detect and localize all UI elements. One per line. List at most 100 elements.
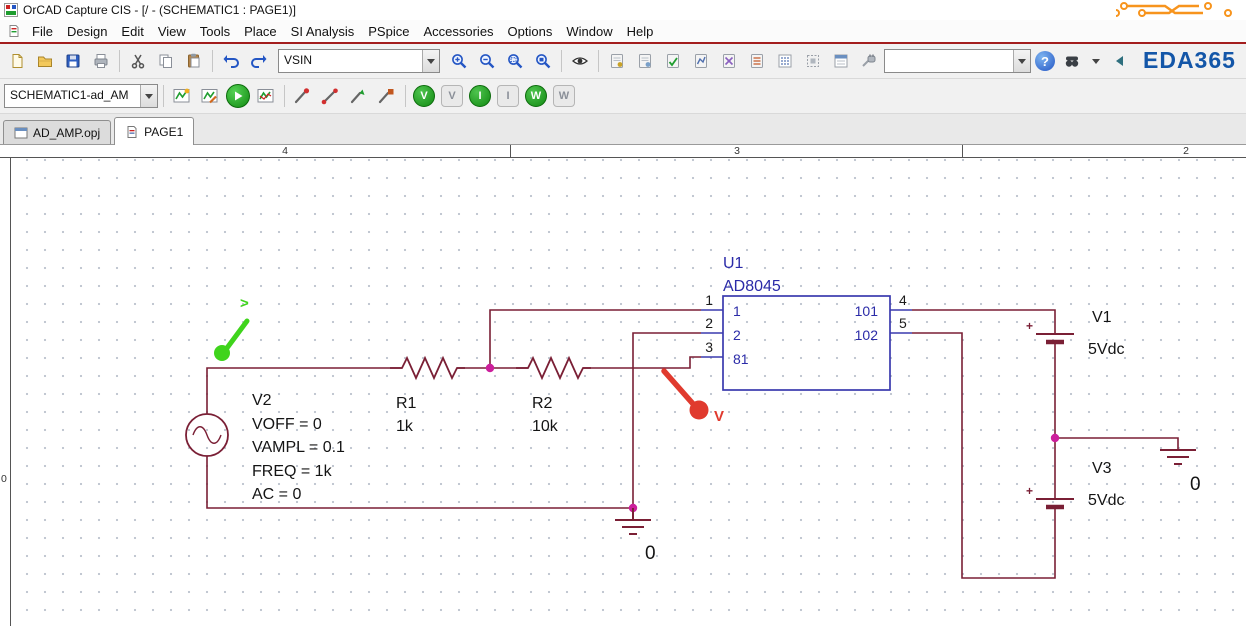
- v2-freq: FREQ = 1k: [252, 463, 333, 480]
- tab-strip: AD_AMP.opj PAGE1: [0, 114, 1246, 145]
- simulation-profile-edit-icon[interactable]: [197, 83, 223, 109]
- redo-icon[interactable]: [246, 48, 272, 74]
- menu-edit[interactable]: Edit: [114, 22, 150, 41]
- page-icon: [125, 125, 139, 139]
- toggle-selected-bias-voltage-icon[interactable]: V: [439, 83, 465, 109]
- help-icon[interactable]: ?: [1035, 51, 1055, 71]
- snap-to-grid-icon[interactable]: [772, 48, 798, 74]
- part-search-dropdown-icon[interactable]: [1089, 48, 1103, 74]
- source-v1[interactable]: + V1 5Vdc: [1026, 309, 1124, 358]
- toolbar-separator: [598, 50, 599, 72]
- part-name-dropdown-button[interactable]: [422, 50, 439, 72]
- tab-page1[interactable]: PAGE1: [114, 117, 194, 145]
- paste-icon[interactable]: [181, 48, 207, 74]
- menu-place[interactable]: Place: [237, 22, 284, 41]
- power-marker-icon[interactable]: [374, 83, 400, 109]
- menu-tools[interactable]: Tools: [193, 22, 237, 41]
- source-v3[interactable]: + V3 5Vdc: [1026, 460, 1124, 509]
- print-icon[interactable]: [88, 48, 114, 74]
- back-annotate-icon[interactable]: [632, 48, 658, 74]
- v2-ac: AC = 0: [252, 486, 301, 503]
- zoom-all-icon[interactable]: [530, 48, 556, 74]
- search-value: [885, 50, 1013, 72]
- copy-icon[interactable]: [153, 48, 179, 74]
- toggle-selected-bias-power-icon[interactable]: W: [551, 83, 577, 109]
- r2-ref: R2: [532, 395, 553, 412]
- resistor-r1[interactable]: R1 1k: [390, 358, 465, 435]
- source-v2[interactable]: V2 VOFF = 0 VAMPL = 0.1 FREQ = 1k AC = 0: [186, 392, 345, 503]
- app-icon: [4, 3, 18, 17]
- v3-value: 5Vdc: [1088, 492, 1124, 509]
- part-name-combobox[interactable]: VSIN: [278, 49, 440, 73]
- visibility-eye-icon[interactable]: [567, 48, 593, 74]
- zoom-out-icon[interactable]: [474, 48, 500, 74]
- ruler-mark: 2: [1183, 145, 1189, 157]
- search-dropdown-button[interactable]: [1013, 50, 1030, 72]
- u1-pin-name: 2: [733, 327, 741, 343]
- simulation-profile-combobox[interactable]: SCHEMATIC1-ad_AM: [4, 84, 158, 108]
- green-probe-marker[interactable]: >: [214, 295, 249, 361]
- document-menu-icon[interactable]: [7, 24, 21, 38]
- menu-design[interactable]: Design: [60, 22, 114, 41]
- v2-voff: VOFF = 0: [252, 416, 322, 433]
- design-rules-check-icon[interactable]: [660, 48, 686, 74]
- menu-si-analysis[interactable]: SI Analysis: [284, 22, 362, 41]
- selection-filter-icon[interactable]: [800, 48, 826, 74]
- save-icon[interactable]: [60, 48, 86, 74]
- tab-project[interactable]: AD_AMP.opj: [3, 120, 111, 144]
- cross-reference-icon[interactable]: [716, 48, 742, 74]
- enable-bias-current-icon[interactable]: I: [467, 83, 493, 109]
- v1-plus: +: [1026, 319, 1033, 333]
- cut-icon[interactable]: [125, 48, 151, 74]
- menu-file[interactable]: File: [25, 22, 60, 41]
- chevron-down-icon: [145, 94, 153, 103]
- r1-value: 1k: [396, 418, 414, 435]
- create-netlist-icon[interactable]: [688, 48, 714, 74]
- bill-of-materials-icon[interactable]: [744, 48, 770, 74]
- connectivity-icon[interactable]: [856, 48, 882, 74]
- menu-accessories[interactable]: Accessories: [416, 22, 500, 41]
- voltage-probe-red[interactable]: V: [664, 371, 724, 425]
- run-pspice-icon[interactable]: [225, 83, 251, 109]
- simulation-profile-new-icon[interactable]: [169, 83, 195, 109]
- ruler-mark: 3: [734, 145, 740, 157]
- menu-view[interactable]: View: [151, 22, 193, 41]
- open-folder-icon[interactable]: [32, 48, 58, 74]
- annotate-icon[interactable]: [604, 48, 630, 74]
- ground-label: 0: [1190, 474, 1201, 495]
- wire: [912, 333, 1055, 578]
- enable-bias-power-icon[interactable]: W: [523, 83, 549, 109]
- menu-help[interactable]: Help: [620, 22, 661, 41]
- search-combobox[interactable]: [884, 49, 1031, 73]
- navigate-back-icon[interactable]: [1107, 48, 1133, 74]
- menu-pspice[interactable]: PSpice: [361, 22, 416, 41]
- new-document-icon[interactable]: [4, 48, 30, 74]
- voltage-marker-icon[interactable]: [290, 83, 316, 109]
- undo-icon[interactable]: [218, 48, 244, 74]
- voltage-differential-marker-icon[interactable]: [318, 83, 344, 109]
- part-search-binoculars-icon[interactable]: [1059, 48, 1085, 74]
- u1-pin-name: 102: [855, 327, 879, 343]
- project-manager-icon[interactable]: [828, 48, 854, 74]
- net-wires[interactable]: [207, 310, 1178, 578]
- toolbar-separator: [405, 85, 406, 107]
- view-simulation-results-icon[interactable]: [253, 83, 279, 109]
- enable-bias-voltage-icon[interactable]: V: [411, 83, 437, 109]
- ground-bottom[interactable]: 0: [615, 508, 656, 564]
- top-ruler: 4 3 2: [0, 145, 1246, 158]
- tab-project-label: AD_AMP.opj: [33, 126, 100, 140]
- zoom-in-icon[interactable]: [446, 48, 472, 74]
- r2-value: 10k: [532, 418, 559, 435]
- ground-right[interactable]: 0: [1160, 450, 1201, 495]
- zoom-region-icon[interactable]: [502, 48, 528, 74]
- v3-plus: +: [1026, 484, 1033, 498]
- ic-u1[interactable]: U1 AD8045 1 2 3 4 5 1 2 81 101 102: [701, 255, 912, 390]
- current-marker-icon[interactable]: [346, 83, 372, 109]
- toggle-selected-bias-current-icon[interactable]: I: [495, 83, 521, 109]
- menu-options[interactable]: Options: [501, 22, 560, 41]
- resistor-r2[interactable]: R2 10k: [516, 358, 591, 435]
- simulation-profile-dropdown-button[interactable]: [140, 85, 157, 107]
- brand-circuit-logo: [1116, 1, 1236, 19]
- menu-window[interactable]: Window: [559, 22, 619, 41]
- r1-ref: R1: [396, 395, 417, 412]
